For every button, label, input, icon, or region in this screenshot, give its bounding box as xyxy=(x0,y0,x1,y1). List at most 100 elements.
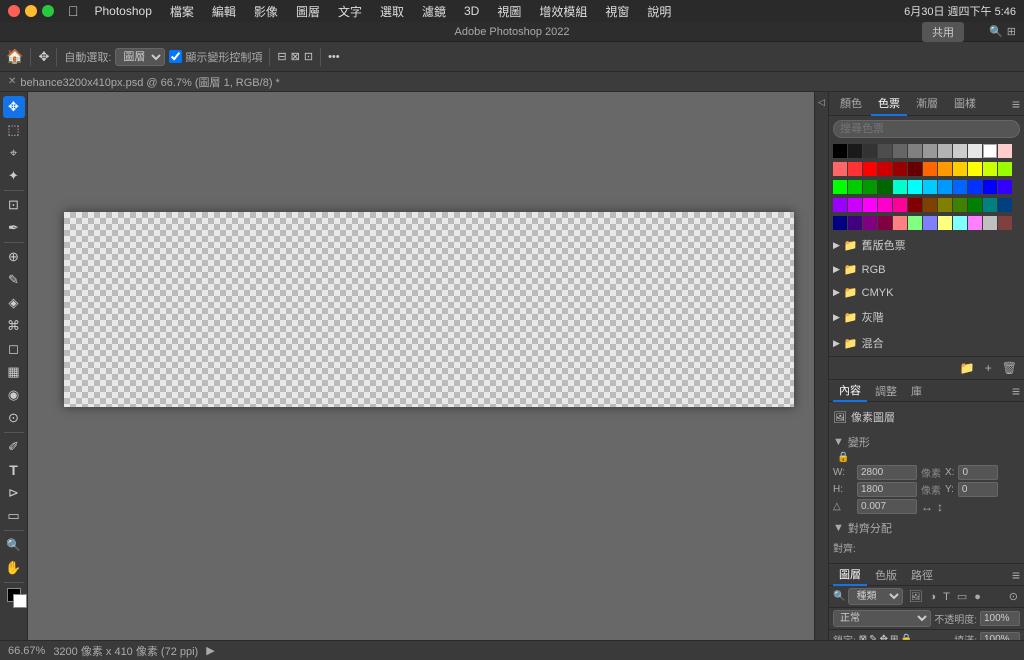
swatch-search-input[interactable] xyxy=(833,120,1020,138)
swatch[interactable] xyxy=(863,216,877,230)
auto-select-dropdown[interactable]: 圖層 群組 xyxy=(115,48,165,66)
tab-libraries[interactable]: 庫 xyxy=(905,381,928,401)
tool-move[interactable]: ✥ xyxy=(3,96,25,118)
filter-toggle-icon[interactable]: ⊙ xyxy=(1007,589,1020,604)
align-right-icon[interactable]: ⊡ xyxy=(304,50,313,63)
swatch[interactable] xyxy=(878,216,892,230)
swatch[interactable] xyxy=(953,162,967,176)
tab-adjustments[interactable]: 調整 xyxy=(869,381,903,401)
swatch[interactable] xyxy=(848,162,862,176)
tool-lasso[interactable]: ⌖ xyxy=(3,142,25,164)
swatch[interactable] xyxy=(968,216,982,230)
menu-edit[interactable]: 編輯 xyxy=(206,3,242,20)
tool-dodge[interactable]: ⊙ xyxy=(3,407,25,429)
swatch[interactable] xyxy=(968,144,982,158)
menu-type[interactable]: 文字 xyxy=(332,3,368,20)
swatch[interactable] xyxy=(893,198,907,212)
lock-all-icon[interactable]: 🔒 xyxy=(900,634,912,640)
swatch[interactable] xyxy=(893,144,907,158)
swatch[interactable] xyxy=(968,198,982,212)
menu-file[interactable]: 檔案 xyxy=(164,3,200,20)
swatch[interactable] xyxy=(983,162,997,176)
swatch[interactable] xyxy=(893,162,907,176)
swatch[interactable] xyxy=(953,198,967,212)
swatch[interactable] xyxy=(848,180,862,194)
swatch[interactable] xyxy=(923,180,937,194)
lock-artboard-icon[interactable]: ⊞ xyxy=(890,634,898,640)
background-color[interactable] xyxy=(13,594,27,608)
menu-3d[interactable]: 3D xyxy=(458,4,485,18)
tool-zoom[interactable]: 🔍 xyxy=(3,534,25,556)
height-input[interactable] xyxy=(857,482,917,497)
swatch[interactable] xyxy=(863,144,877,158)
swatch[interactable] xyxy=(908,180,922,194)
close-button[interactable] xyxy=(8,5,20,17)
swatch-group-header-mix[interactable]: ▶ 📁 混合 xyxy=(833,332,1020,354)
menu-plugins[interactable]: 增效模組 xyxy=(533,3,593,20)
y-input[interactable] xyxy=(958,482,998,497)
tool-brush[interactable]: ✎ xyxy=(3,269,25,291)
tab-patterns[interactable]: 圖樣 xyxy=(947,92,983,116)
tool-eyedropper[interactable]: ✒ xyxy=(3,217,25,239)
share-button[interactable]: 共用 xyxy=(922,22,964,42)
flip-h-icon[interactable]: ↔ xyxy=(921,500,933,514)
swatch[interactable] xyxy=(833,144,847,158)
create-group-icon[interactable]: 📁 xyxy=(957,360,978,376)
tab-close-icon[interactable]: ✕ xyxy=(8,76,16,87)
swatch[interactable] xyxy=(908,216,922,230)
tool-eraser[interactable]: ◻ xyxy=(3,338,25,360)
tab-color[interactable]: 顏色 xyxy=(833,92,869,116)
minimize-button[interactable] xyxy=(25,5,37,17)
tool-clone[interactable]: ◈ xyxy=(3,292,25,314)
swatch[interactable] xyxy=(938,216,952,230)
swatch[interactable] xyxy=(908,162,922,176)
layers-menu-icon[interactable]: ≡ xyxy=(1012,567,1020,583)
lock-paint-icon[interactable]: ✎ xyxy=(869,634,877,640)
layer-filter-dropdown[interactable]: 種類 名稱 效果 模式 屬性 色彩 xyxy=(848,588,903,605)
swatch[interactable] xyxy=(893,180,907,194)
arrange-icon[interactable]: ⊞ xyxy=(1007,25,1016,38)
swatch[interactable] xyxy=(833,216,847,230)
swatch-group-header-cmyk[interactable]: ▶ 📁 CMYK xyxy=(833,283,1020,302)
tool-shape[interactable]: ▭ xyxy=(3,505,25,527)
swatch[interactable] xyxy=(953,144,967,158)
swatch[interactable] xyxy=(908,198,922,212)
swatch[interactable] xyxy=(953,216,967,230)
menu-image[interactable]: 影像 xyxy=(248,3,284,20)
opacity-input[interactable] xyxy=(980,611,1020,626)
tool-gradient[interactable]: ▦ xyxy=(3,361,25,383)
tool-heal[interactable]: ⊕ xyxy=(3,246,25,268)
swatch[interactable] xyxy=(983,144,997,158)
tool-path-select[interactable]: ⊳ xyxy=(3,482,25,504)
canvas-area[interactable] xyxy=(28,92,814,640)
swatch[interactable] xyxy=(878,162,892,176)
search-icon[interactable]: 🔍 xyxy=(989,25,1003,38)
swatch[interactable] xyxy=(833,162,847,176)
swatch[interactable] xyxy=(878,180,892,194)
swatch[interactable] xyxy=(848,144,862,158)
swatch-group-header-gray[interactable]: ▶ 📁 灰階 xyxy=(833,306,1020,328)
menu-help[interactable]: 說明 xyxy=(641,3,677,20)
tool-marquee[interactable]: ⬚ xyxy=(3,119,25,141)
angle-input[interactable] xyxy=(857,499,917,514)
swatch[interactable] xyxy=(863,198,877,212)
tab-channels[interactable]: 色版 xyxy=(869,565,903,585)
swatch[interactable] xyxy=(938,180,952,194)
filter-pixel-icon[interactable]: 🖼 xyxy=(906,589,924,604)
properties-menu-icon[interactable]: ≡ xyxy=(1012,383,1020,399)
tool-history-brush[interactable]: ⌘ xyxy=(3,315,25,337)
new-swatch-icon[interactable]: + xyxy=(982,360,995,376)
panel-toggle-icon[interactable]: ◁ xyxy=(816,96,828,108)
swatch[interactable] xyxy=(863,162,877,176)
tool-magic-wand[interactable]: ✦ xyxy=(3,165,25,187)
swatch[interactable] xyxy=(863,180,877,194)
swatch[interactable] xyxy=(983,198,997,212)
fill-input[interactable] xyxy=(980,632,1020,640)
align-left-icon[interactable]: ⊟ xyxy=(277,50,286,63)
swatch[interactable] xyxy=(968,180,982,194)
show-transform-checkbox[interactable] xyxy=(169,50,182,63)
swatch-group-header-legacy[interactable]: ▶ 📁 舊版色票 xyxy=(833,234,1020,256)
swatch[interactable] xyxy=(983,180,997,194)
swatch[interactable] xyxy=(983,216,997,230)
swatch[interactable] xyxy=(938,198,952,212)
